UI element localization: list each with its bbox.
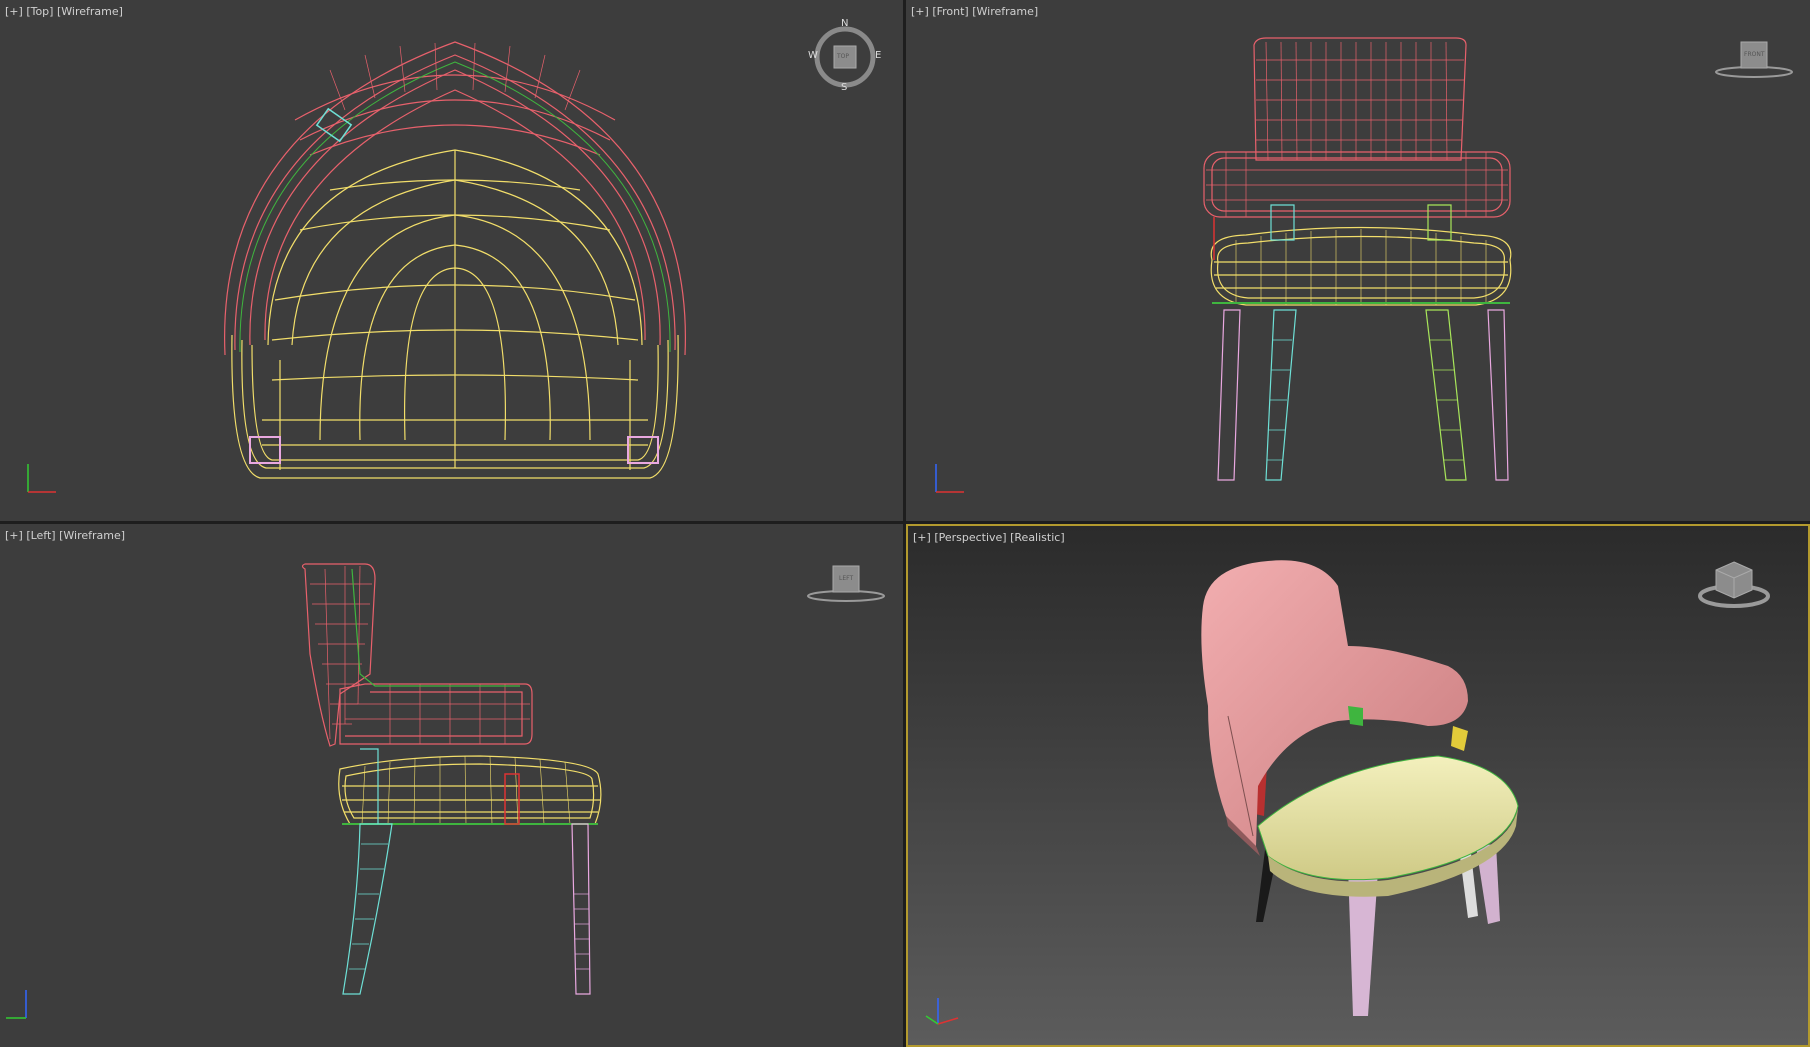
viewcube-face-label: FRONT [1744,51,1765,58]
axis-tripod [4,984,44,1028]
viewport-menu-button[interactable]: [+] [911,5,929,18]
viewport-label-top: [+] [Top] [Wireframe] [5,5,123,18]
viewcube-face-label: TOP [837,53,850,60]
viewport-perspective[interactable]: [+] [Perspective] [Realistic] [906,524,1810,1047]
viewcube[interactable]: FRONT [1714,40,1794,80]
left-wireframe-chair [301,563,602,995]
viewport-left[interactable]: [+] [Left] [Wireframe] LEFT [0,524,903,1047]
shading-mode-button[interactable]: [Wireframe] [59,529,125,542]
viewport-menu-button[interactable]: [+] [5,5,23,18]
viewcube-face-label: LEFT [839,575,854,582]
view-name-button[interactable]: [Perspective] [934,531,1006,544]
viewport-front[interactable]: [+] [Front] [Wireframe] FRONT [906,0,1810,521]
compass-west-label: W [808,50,818,61]
shading-mode-button[interactable]: [Wireframe] [972,5,1038,18]
viewcube[interactable] [1694,554,1774,610]
compass-east-label: E [875,50,882,61]
viewport-menu-button[interactable]: [+] [913,531,931,544]
front-wireframe-chair [1203,37,1512,481]
compass-south-label: S [841,82,848,93]
viewport-label-left: [+] [Left] [Wireframe] [5,529,125,542]
axis-tripod [924,994,964,1038]
compass-north-label: N [841,18,849,29]
axis-tripod [930,458,970,502]
view-name-button[interactable]: [Top] [26,5,53,18]
viewport-top[interactable]: [+] [Top] [Wireframe] N S E W TOP [0,0,903,521]
perspective-shaded-chair [1201,560,1519,1016]
viewport-label-perspective: [+] [Perspective] [Realistic] [913,531,1065,544]
viewport-label-front: [+] [Front] [Wireframe] [911,5,1038,18]
view-name-button[interactable]: [Front] [932,5,968,18]
shading-mode-button[interactable]: [Realistic] [1010,531,1065,544]
viewcube[interactable]: LEFT [806,564,886,604]
top-wireframe-chair [224,41,686,479]
view-name-button[interactable]: [Left] [26,529,55,542]
shading-mode-button[interactable]: [Wireframe] [57,5,123,18]
viewport-menu-button[interactable]: [+] [5,529,23,542]
viewcube-compass[interactable]: N S E W TOP [808,18,882,94]
axis-tripod [22,458,62,502]
